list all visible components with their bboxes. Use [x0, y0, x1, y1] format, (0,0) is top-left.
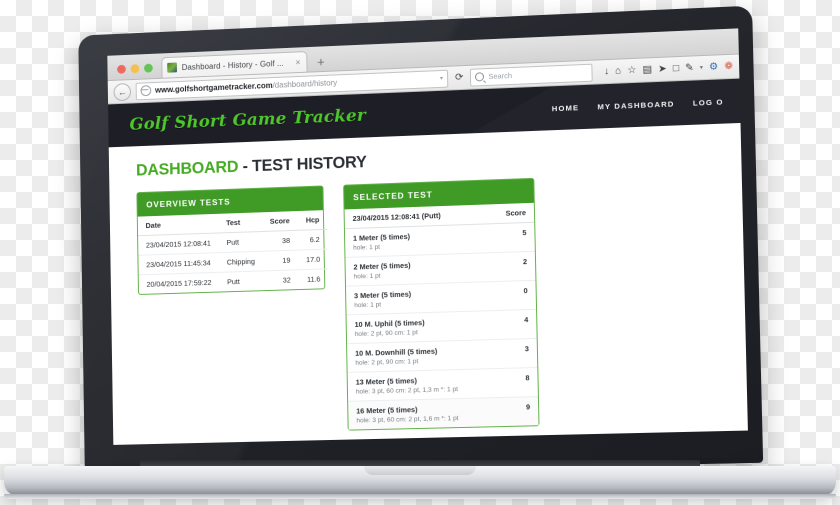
url-domain: www.golfshortgametracker.com [154, 81, 273, 95]
url-path: /dashboard/history [272, 78, 338, 90]
list-item-name: 1 Meter (5 times) [352, 231, 411, 243]
selected-test-score-label: Score [505, 208, 527, 218]
paper-plane-icon[interactable]: ➤ [658, 63, 667, 74]
list-item-score: 0 [523, 286, 528, 296]
stage: Dashboard - History - Golf ... × + ← www… [0, 0, 840, 505]
bookmark-star-icon[interactable]: ☆ [627, 64, 636, 75]
pencil-icon[interactable]: ✎ [685, 62, 694, 73]
download-icon[interactable]: ↓ [604, 65, 609, 76]
list-item-name: 13 Meter (5 times) [355, 376, 417, 387]
cell-hcp: 11.6 [306, 274, 321, 284]
maximize-window-button[interactable] [144, 63, 153, 73]
chevron-down-icon[interactable]: ▾ [440, 75, 443, 82]
list-item-detail: hole: 2 pt, 90 cm: 1 pt [354, 329, 418, 338]
list-item-text: 10 M. Downhill (5 times) hole: 2 pt, 90 … [355, 347, 438, 367]
list-item-score: 5 [522, 228, 527, 238]
list-item-score: 4 [524, 315, 529, 325]
new-tab-button[interactable]: + [307, 54, 325, 71]
settings-gear-icon[interactable]: ⚙ [709, 61, 718, 72]
selected-test-timestamp: 23/04/2015 12:08:41 (Putt) [352, 211, 441, 223]
cell-test: Chipping [226, 256, 255, 267]
overview-tests-table: Date Test Score Hcp 23/04/2015 12:08:41 … [137, 210, 329, 294]
search-box[interactable]: Search [470, 63, 594, 87]
close-icon[interactable]: × [294, 57, 301, 67]
nav-home[interactable]: HOME [552, 103, 580, 113]
browser-tab-title: Dashboard - History - Golf ... [181, 58, 284, 72]
back-arrow-icon[interactable]: ← [113, 82, 132, 101]
cell-test: Putt [227, 277, 240, 287]
site-favicon-icon [167, 62, 177, 73]
list-item-score: 8 [525, 373, 530, 383]
overview-tests-panel: OVERVIEW TESTS Date Test Score Hcp 23/04… [136, 185, 329, 295]
list-item-detail: hole: 1 pt [354, 301, 382, 310]
column-score: Score [261, 211, 298, 232]
cell-score: 19 [282, 255, 291, 265]
list-item-score: 3 [524, 344, 529, 354]
list-item-score: 2 [522, 257, 528, 267]
list-item-name: 10 M. Uphil (5 times) [354, 318, 425, 330]
list-item-name: 16 Meter (5 times) [356, 405, 418, 416]
cell-hcp: 17.0 [306, 254, 321, 265]
close-window-button[interactable] [117, 64, 126, 74]
list-item-detail: hole: 1 pt [353, 243, 381, 252]
browser-window: Dashboard - History - Golf ... × + ← www… [107, 28, 748, 445]
list-item-name: 3 Meter (5 times) [353, 289, 412, 301]
nav-my-dashboard[interactable]: MY DASHBOARD [597, 99, 674, 111]
cell-date: 23/04/2015 12:08:41 [145, 238, 211, 250]
page-title-secondary: - TEST HISTORY [242, 153, 367, 176]
list-item-detail: hole: 2 pt, 90 cm: 1 pt [355, 358, 419, 367]
list-item-detail: hole: 1 pt [353, 272, 381, 281]
panels-row: OVERVIEW TESTS Date Test Score Hcp 23/04… [136, 170, 747, 435]
cell-date: 20/04/2015 17:59:22 [146, 277, 212, 289]
list-item-name: 2 Meter (5 times) [353, 260, 411, 272]
url-text: www.golfshortgametracker.com/dashboard/h… [154, 74, 436, 95]
list-item-text: 16 Meter (5 times) hole: 3 pt, 60 cm: 2 … [356, 404, 458, 424]
list-item-detail: hole: 3 pt, 60 cm: 2 pt, 1,3 m *: 1 pt [355, 386, 459, 396]
window-square-icon[interactable]: □ [673, 63, 679, 74]
list-item-text: 10 M. Uphil (5 times) hole: 2 pt, 90 cm:… [355, 318, 425, 338]
list-item[interactable]: 16 Meter (5 times) hole: 3 pt, 60 cm: 2 … [348, 397, 539, 430]
site-logo[interactable]: Golf Short Game Tracker [129, 106, 366, 135]
cell-hcp: 6.2 [309, 234, 320, 245]
lifebuoy-icon[interactable]: ❁ [724, 60, 733, 71]
cell-score: 38 [282, 235, 291, 246]
globe-icon [140, 85, 152, 97]
browser-extension-icons: ↓ ⌂ ☆ ▤ ➤ □ ✎ ▾ ⚙ ❁ [598, 60, 733, 77]
list-item-detail: hole: 3 pt, 60 cm: 2 pt, 1,6 m *: 1 pt [356, 415, 459, 425]
list-item-text: 1 Meter (5 times) hole: 1 pt [353, 232, 410, 252]
reload-icon[interactable]: ⟳ [453, 72, 466, 83]
dropdown-caret-icon[interactable]: ▾ [700, 65, 703, 71]
laptop-base-underside [4, 494, 836, 499]
cell-score: 32 [282, 275, 291, 285]
page-title-primary: DASHBOARD [135, 158, 239, 180]
search-placeholder: Search [488, 71, 513, 81]
minimize-window-button[interactable] [130, 64, 140, 74]
web-page: Golf Short Game Tracker HOME MY DASHBOAR… [108, 78, 748, 445]
list-item-text: 3 Meter (5 times) hole: 1 pt [354, 290, 411, 310]
site-navigation: HOME MY DASHBOARD LOG O [552, 97, 726, 113]
laptop-lid: Dashboard - History - Golf ... × + ← www… [78, 5, 764, 477]
list-item-score: 9 [525, 402, 531, 412]
selected-test-panel: SELECTED TEST 23/04/2015 12:08:41 (Putt)… [343, 177, 540, 431]
list-item-name: 10 M. Downhill (5 times) [355, 346, 438, 358]
column-hcp: Hcp [297, 210, 328, 231]
list-item-text: 2 Meter (5 times) hole: 1 pt [353, 261, 410, 281]
laptop-base-notch [364, 466, 476, 475]
search-icon [475, 72, 485, 82]
column-test: Test [218, 212, 263, 233]
clipboard-icon[interactable]: ▤ [642, 64, 652, 75]
laptop-screen: Dashboard - History - Golf ... × + ← www… [107, 28, 748, 445]
nav-log-out[interactable]: LOG O [693, 97, 724, 107]
cell-date: 23/04/2015 11:45:34 [146, 258, 211, 270]
home-icon[interactable]: ⌂ [615, 65, 621, 76]
cell-test: Putt [226, 237, 240, 247]
page-content: DASHBOARD - TEST HISTORY OVERVIEW TESTS [109, 123, 748, 436]
window-traffic-lights [115, 63, 161, 80]
list-item[interactable]: 13 Meter (5 times) hole: 3 pt, 60 cm: 2 … [347, 367, 538, 402]
laptop-base [4, 466, 836, 496]
list-item-text: 13 Meter (5 times) hole: 3 pt, 60 cm: 2 … [355, 375, 459, 396]
